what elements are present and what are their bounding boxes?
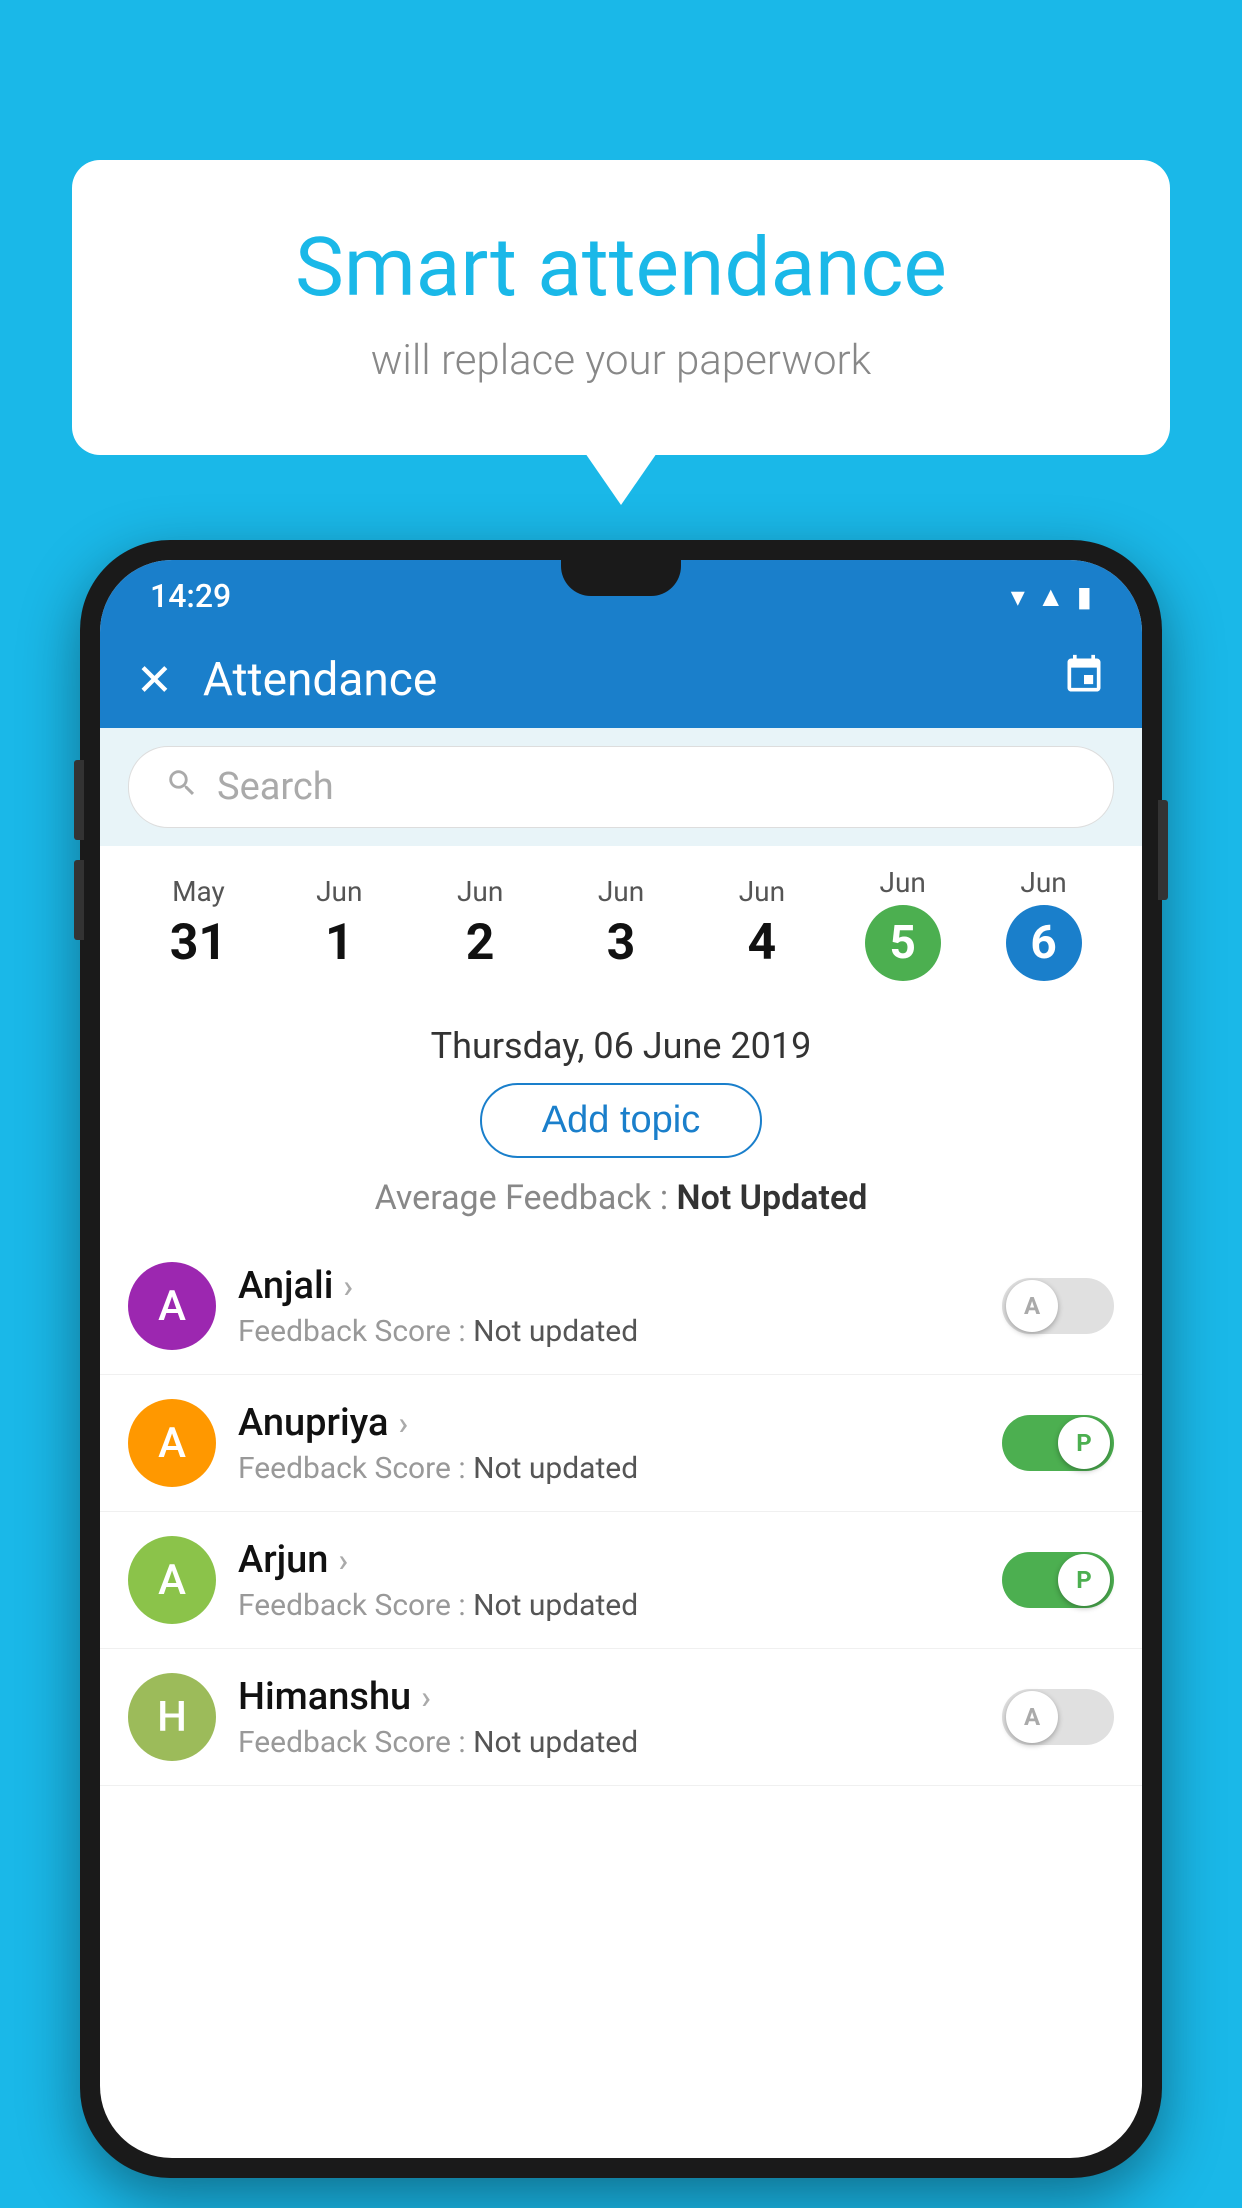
- toggle-knob: A: [1006, 1280, 1058, 1332]
- attendance-toggle[interactable]: A: [1002, 1689, 1114, 1745]
- search-placeholder: Search: [217, 765, 334, 809]
- search-icon: [165, 766, 199, 809]
- date-jun3[interactable]: Jun 3: [551, 875, 692, 972]
- list-item: A Anupriya › Feedback Score : Not update…: [100, 1375, 1142, 1512]
- selected-date-label: Thursday, 06 June 2019: [128, 1001, 1114, 1083]
- list-item: A Arjun › Feedback Score : Not updated P: [100, 1512, 1142, 1649]
- search-bar-container: Search: [100, 728, 1142, 846]
- date-jun5[interactable]: Jun 5: [832, 866, 973, 981]
- student-info[interactable]: Arjun › Feedback Score : Not updated: [238, 1538, 980, 1623]
- attendance-toggle[interactable]: A: [1002, 1278, 1114, 1334]
- student-info[interactable]: Anjali › Feedback Score : Not updated: [238, 1264, 980, 1349]
- student-feedback: Feedback Score : Not updated: [238, 1725, 980, 1760]
- phone-screen: 14:29 ▾ ▲ ▮ ✕ Attendance: [100, 560, 1142, 2158]
- add-topic-button[interactable]: Add topic: [480, 1083, 762, 1158]
- student-name: Himanshu ›: [238, 1675, 980, 1719]
- chevron-right-icon: ›: [338, 1541, 348, 1579]
- student-name: Anupriya ›: [238, 1401, 980, 1445]
- date-jun6[interactable]: Jun 6: [973, 866, 1114, 981]
- app-title: Attendance: [203, 653, 1032, 707]
- volume-up-button: [74, 760, 84, 840]
- avg-feedback: Average Feedback : Not Updated: [128, 1178, 1114, 1238]
- student-name: Anjali ›: [238, 1264, 980, 1308]
- student-list: A Anjali › Feedback Score : Not updated …: [100, 1238, 1142, 1786]
- search-bar[interactable]: Search: [128, 746, 1114, 828]
- app-bar: ✕ Attendance: [100, 632, 1142, 728]
- battery-icon: ▮: [1077, 580, 1092, 613]
- avatar: A: [128, 1536, 216, 1624]
- student-info[interactable]: Anupriya › Feedback Score : Not updated: [238, 1401, 980, 1486]
- calendar-icon[interactable]: [1062, 653, 1106, 707]
- date-may31[interactable]: May 31: [128, 875, 269, 972]
- date-jun1[interactable]: Jun 1: [269, 875, 410, 972]
- signal-icon: ▲: [1037, 580, 1065, 613]
- toggle-knob: P: [1058, 1554, 1110, 1606]
- avatar: H: [128, 1673, 216, 1761]
- toggle-knob: P: [1058, 1417, 1110, 1469]
- list-item: A Anjali › Feedback Score : Not updated …: [100, 1238, 1142, 1375]
- status-icons: ▾ ▲ ▮: [1011, 580, 1092, 613]
- avg-feedback-value: Not Updated: [677, 1178, 868, 1218]
- date-strip: May 31 Jun 1 Jun 2 Jun 3 Jun 4 Jun 5: [100, 846, 1142, 1001]
- wifi-icon: ▾: [1011, 580, 1025, 613]
- student-name: Arjun ›: [238, 1538, 980, 1582]
- avatar: A: [128, 1399, 216, 1487]
- phone-frame: 14:29 ▾ ▲ ▮ ✕ Attendance: [80, 540, 1162, 2178]
- volume-down-button: [74, 860, 84, 940]
- phone-notch: [561, 560, 681, 596]
- list-item: H Himanshu › Feedback Score : Not update…: [100, 1649, 1142, 1786]
- attendance-toggle[interactable]: P: [1002, 1552, 1114, 1608]
- date-jun4[interactable]: Jun 4: [691, 875, 832, 972]
- date-jun2[interactable]: Jun 2: [410, 875, 551, 972]
- status-time: 14:29: [150, 577, 231, 615]
- toggle-knob: A: [1006, 1691, 1058, 1743]
- power-button: [1158, 800, 1168, 900]
- content-area: Thursday, 06 June 2019 Add topic Average…: [100, 1001, 1142, 1238]
- bubble-title: Smart attendance: [142, 220, 1100, 316]
- chevron-right-icon: ›: [343, 1267, 353, 1305]
- student-feedback: Feedback Score : Not updated: [238, 1314, 980, 1349]
- attendance-toggle[interactable]: P: [1002, 1415, 1114, 1471]
- close-button[interactable]: ✕: [136, 654, 173, 706]
- student-feedback: Feedback Score : Not updated: [238, 1451, 980, 1486]
- chevron-right-icon: ›: [421, 1678, 431, 1716]
- avg-feedback-label: Average Feedback :: [375, 1178, 677, 1218]
- student-info[interactable]: Himanshu › Feedback Score : Not updated: [238, 1675, 980, 1760]
- bubble-subtitle: will replace your paperwork: [142, 336, 1100, 385]
- student-feedback: Feedback Score : Not updated: [238, 1588, 980, 1623]
- chevron-right-icon: ›: [398, 1404, 408, 1442]
- avatar: A: [128, 1262, 216, 1350]
- speech-bubble: Smart attendance will replace your paper…: [72, 160, 1170, 455]
